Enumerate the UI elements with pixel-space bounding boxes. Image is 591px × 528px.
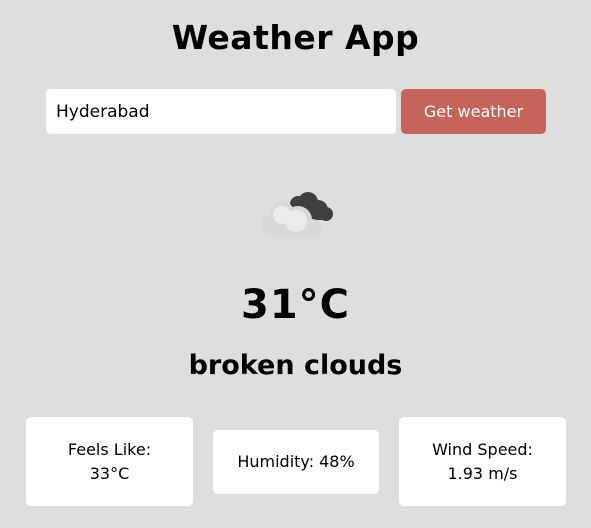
city-input[interactable] <box>46 89 396 134</box>
feels-like-value: 33°C <box>89 463 130 483</box>
humidity-label: Humidity: <box>237 452 315 471</box>
feels-like-card: Feels Like: 33°C <box>26 417 193 506</box>
humidity-card: Humidity: 48% <box>213 430 379 494</box>
feels-like-label: Feels Like: <box>67 439 152 459</box>
wind-speed-value: 1.93 m/s <box>447 463 518 483</box>
humidity-value: 48% <box>319 452 355 471</box>
temperature: 31°C <box>240 282 351 328</box>
weather-description: broken clouds <box>188 350 403 381</box>
app-title: Weather App <box>171 18 420 57</box>
wind-speed-label: Wind Speed: <box>432 439 533 459</box>
broken-clouds-icon <box>258 186 334 242</box>
get-weather-button[interactable]: Get weather <box>401 89 546 134</box>
wind-speed-card: Wind Speed: 1.93 m/s <box>399 417 566 506</box>
search-row: Get weather <box>46 89 546 134</box>
